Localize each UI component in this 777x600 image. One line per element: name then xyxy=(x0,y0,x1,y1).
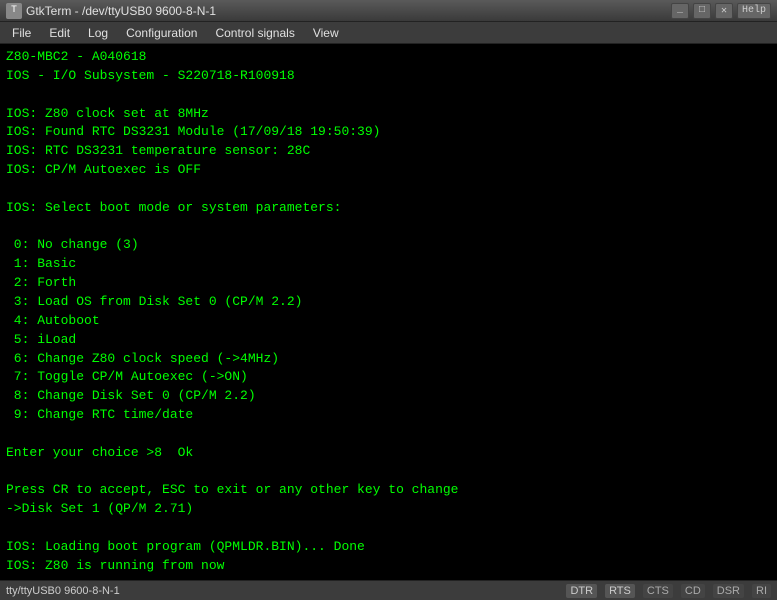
status-bar: tty/ttyUSB0 9600-8-N-1 DTR RTS CTS CD DS… xyxy=(0,580,777,600)
menu-file[interactable]: File xyxy=(4,24,39,42)
title-bar-controls: _ □ ✕ Help xyxy=(671,3,771,19)
terminal-output: Z80-MBC2 - A040618 IOS - I/O Subsystem -… xyxy=(6,48,771,580)
dsr-indicator: DSR xyxy=(713,584,744,598)
menu-configuration[interactable]: Configuration xyxy=(118,24,205,42)
status-indicators: DTR RTS CTS CD DSR RI xyxy=(566,584,771,598)
cd-indicator: CD xyxy=(681,584,705,598)
menu-bar: File Edit Log Configuration Control sign… xyxy=(0,22,777,44)
port-info: tty/ttyUSB0 9600-8-N-1 xyxy=(6,585,120,597)
terminal-area[interactable]: Z80-MBC2 - A040618 IOS - I/O Subsystem -… xyxy=(0,44,777,580)
window-title: GtkTerm - /dev/ttyUSB0 9600-8-N-1 xyxy=(26,4,216,18)
dtr-indicator: DTR xyxy=(566,584,597,598)
menu-log[interactable]: Log xyxy=(80,24,116,42)
menu-edit[interactable]: Edit xyxy=(41,24,78,42)
maximize-button[interactable]: □ xyxy=(693,3,711,19)
ri-indicator: RI xyxy=(752,584,771,598)
app-icon: T xyxy=(6,3,22,19)
rts-indicator: RTS xyxy=(605,584,635,598)
close-button[interactable]: ✕ xyxy=(715,3,733,19)
menu-control-signals[interactable]: Control signals xyxy=(207,24,302,42)
title-bar: T GtkTerm - /dev/ttyUSB0 9600-8-N-1 _ □ … xyxy=(0,0,777,22)
title-bar-left: T GtkTerm - /dev/ttyUSB0 9600-8-N-1 xyxy=(6,3,216,19)
menu-view[interactable]: View xyxy=(305,24,347,42)
minimize-button[interactable]: _ xyxy=(671,3,689,19)
cts-indicator: CTS xyxy=(643,584,673,598)
help-button[interactable]: Help xyxy=(737,3,771,19)
